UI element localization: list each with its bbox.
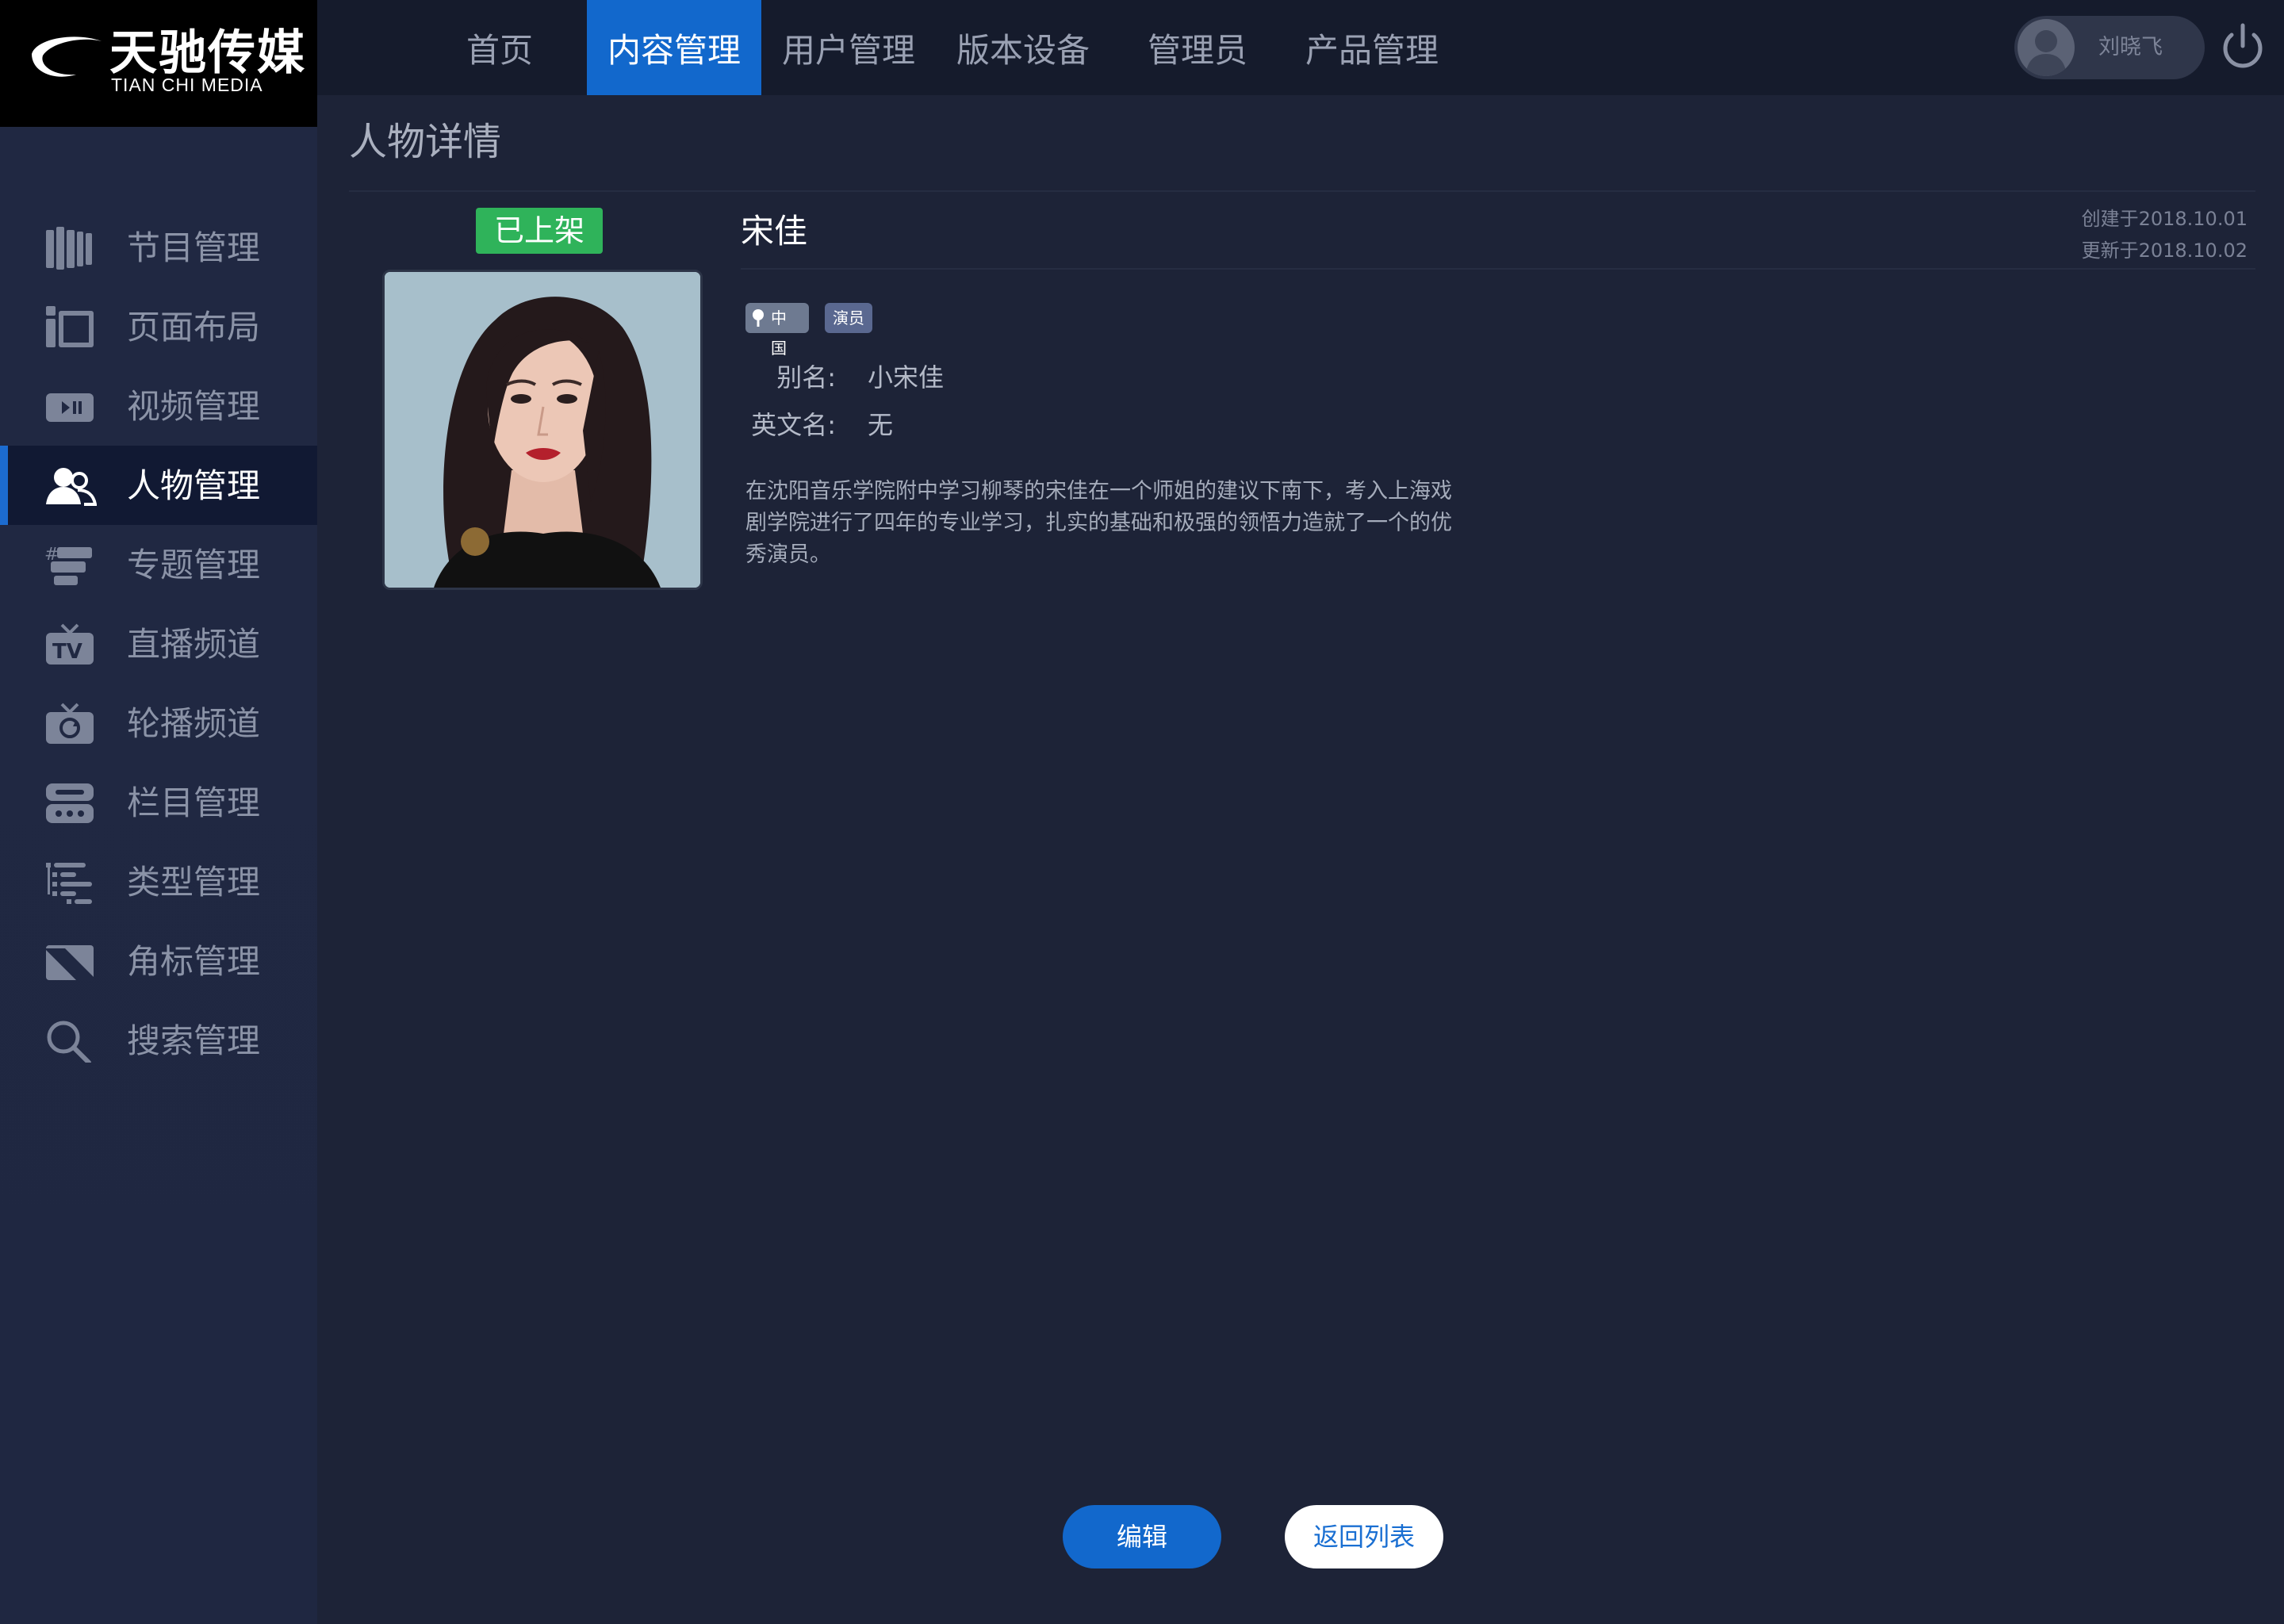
brand-logo[interactable]: 天驰传媒 TIAN CHI MEDIA bbox=[0, 0, 317, 127]
tab-version-devices[interactable]: 版本设备 bbox=[936, 0, 1110, 95]
sidebar-item-topics[interactable]: # 专题管理 bbox=[0, 525, 317, 604]
tab-user-management[interactable]: 用户管理 bbox=[761, 0, 936, 95]
person-photo bbox=[382, 270, 703, 590]
people-icon bbox=[46, 468, 97, 506]
video-icon bbox=[46, 393, 94, 422]
page-title: 人物详情 bbox=[349, 120, 502, 164]
sidebar-item-label: 轮播频道 bbox=[127, 704, 261, 743]
user-name: 刘晓飞 bbox=[2098, 35, 2163, 59]
sidebar-item-label: 角标管理 bbox=[127, 942, 261, 981]
user-menu[interactable]: 刘晓飞 bbox=[2014, 16, 2205, 79]
search-icon bbox=[47, 1021, 91, 1063]
brand-name-en: TIAN CHI MEDIA bbox=[111, 75, 263, 95]
sidebar-item-columns[interactable]: 栏目管理 bbox=[0, 763, 317, 842]
alias-value: 小宋佳 bbox=[868, 362, 945, 393]
country-tag-label: 中国 bbox=[771, 308, 787, 358]
english-name-label: 英文名: bbox=[751, 410, 836, 440]
tab-content-management[interactable]: 内容管理 bbox=[587, 0, 761, 95]
carousel-tv-icon bbox=[46, 703, 94, 744]
sidebar-item-label: 直播频道 bbox=[127, 625, 261, 664]
sidebar-item-search[interactable]: 搜索管理 bbox=[0, 1001, 317, 1080]
sidebar-nav: 节目管理 页面布局 视频管理 人物管理 # 专题管理 TV 直播频道 轮播频道 … bbox=[0, 208, 317, 1080]
brand-logo-mark-icon bbox=[32, 36, 102, 77]
books-icon bbox=[46, 227, 92, 270]
top-nav: 首页 内容管理 用户管理 版本设备 管理员 产品管理 bbox=[317, 0, 2284, 95]
column-icon bbox=[46, 783, 94, 823]
role-tag: 演员 bbox=[825, 303, 872, 333]
alias-label: 别名: bbox=[776, 362, 836, 393]
user-silhouette-icon bbox=[2025, 30, 2067, 76]
topic-icon: # bbox=[44, 545, 92, 585]
type-tree-icon bbox=[46, 863, 92, 904]
location-pin-icon bbox=[753, 309, 764, 327]
sidebar-item-types[interactable]: 类型管理 bbox=[0, 842, 317, 921]
sidebar-item-label: 栏目管理 bbox=[127, 783, 261, 822]
updated-date: 更新于2018.10.02 bbox=[2081, 239, 2248, 262]
power-icon[interactable] bbox=[2216, 21, 2270, 75]
sidebar-item-label: 人物管理 bbox=[127, 466, 261, 505]
tv-icon: TV bbox=[46, 623, 94, 665]
sidebar-item-label: 搜索管理 bbox=[127, 1021, 261, 1060]
title-divider bbox=[349, 190, 2255, 192]
sidebar-item-programs[interactable]: 节目管理 bbox=[0, 208, 317, 287]
person-name: 宋佳 bbox=[741, 212, 808, 251]
sidebar-item-layout[interactable]: 页面布局 bbox=[0, 287, 317, 366]
sidebar-item-label: 页面布局 bbox=[127, 308, 261, 347]
sidebar-item-people[interactable]: 人物管理 bbox=[0, 446, 317, 525]
created-date: 创建于2018.10.01 bbox=[2081, 208, 2248, 230]
edit-button[interactable]: 编辑 bbox=[1063, 1505, 1221, 1568]
tab-product-management[interactable]: 产品管理 bbox=[1285, 0, 1459, 95]
person-bio: 在沈阳音乐学院附中学习柳琴的宋佳在一个师姐的建议下南下，考入上海戏剧学院进行了四… bbox=[745, 479, 1452, 567]
sidebar-item-label: 类型管理 bbox=[127, 863, 261, 902]
name-divider bbox=[741, 268, 2255, 270]
brand-name-cn: 天驰传媒 bbox=[109, 25, 306, 81]
sidebar-item-videos[interactable]: 视频管理 bbox=[0, 366, 317, 446]
tab-home[interactable]: 首页 bbox=[444, 0, 555, 95]
english-name-value: 无 bbox=[868, 410, 894, 440]
record-dates: 创建于2018.10.01 更新于2018.10.02 bbox=[2082, 203, 2248, 266]
sidebar-item-live-channels[interactable]: TV 直播频道 bbox=[0, 604, 317, 684]
avatar bbox=[2018, 19, 2075, 76]
sidebar-item-label: 专题管理 bbox=[127, 546, 261, 584]
back-to-list-button[interactable]: 返回列表 bbox=[1285, 1505, 1443, 1568]
sidebar-item-carousel-channels[interactable]: 轮播频道 bbox=[0, 684, 317, 763]
corner-badge-icon bbox=[46, 945, 94, 980]
portrait-image bbox=[385, 272, 700, 588]
sidebar-item-label: 节目管理 bbox=[127, 228, 261, 267]
tab-administrators[interactable]: 管理员 bbox=[1110, 0, 1285, 95]
svg-text:TV: TV bbox=[52, 640, 82, 664]
status-badge: 已上架 bbox=[476, 208, 603, 254]
layout-icon bbox=[46, 306, 94, 347]
country-tag: 中国 bbox=[745, 303, 809, 358]
sidebar-item-corner-badges[interactable]: 角标管理 bbox=[0, 921, 317, 1001]
sidebar-item-label: 视频管理 bbox=[127, 387, 261, 426]
sidebar: 天驰传媒 TIAN CHI MEDIA 节目管理 页面布局 视频管理 人物管理 … bbox=[0, 0, 317, 1624]
